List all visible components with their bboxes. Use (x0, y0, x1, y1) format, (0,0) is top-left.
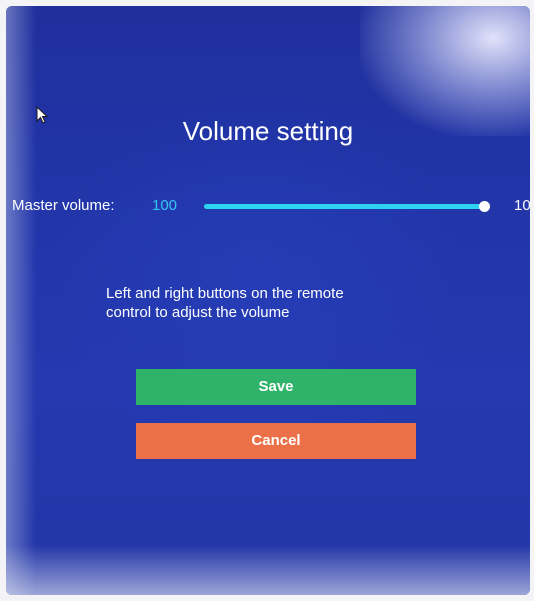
hint-line-1: Left and right buttons on the remote (106, 285, 344, 302)
master-volume-label: Master volume: (12, 197, 115, 214)
hint-line-2: control to adjust the volume (106, 304, 290, 321)
tv-screen: Volume setting Master volume: 100 100 Le… (6, 6, 530, 595)
volume-slider-knob[interactable] (479, 201, 490, 212)
volume-slider-fill (204, 204, 484, 209)
master-volume-row: Master volume: 100 100 (12, 192, 530, 222)
master-volume-value: 100 (152, 197, 178, 214)
screen-glare-bottom (6, 545, 530, 595)
master-volume-max: 100 (514, 197, 530, 214)
save-button[interactable]: Save (136, 369, 416, 405)
dialog-title: Volume setting (182, 116, 354, 146)
volume-slider[interactable] (204, 201, 490, 212)
volume-hint-text: Left and right buttons on the remote con… (106, 284, 426, 322)
screen-glare-left (6, 6, 36, 595)
cancel-button[interactable]: Cancel (136, 423, 416, 459)
